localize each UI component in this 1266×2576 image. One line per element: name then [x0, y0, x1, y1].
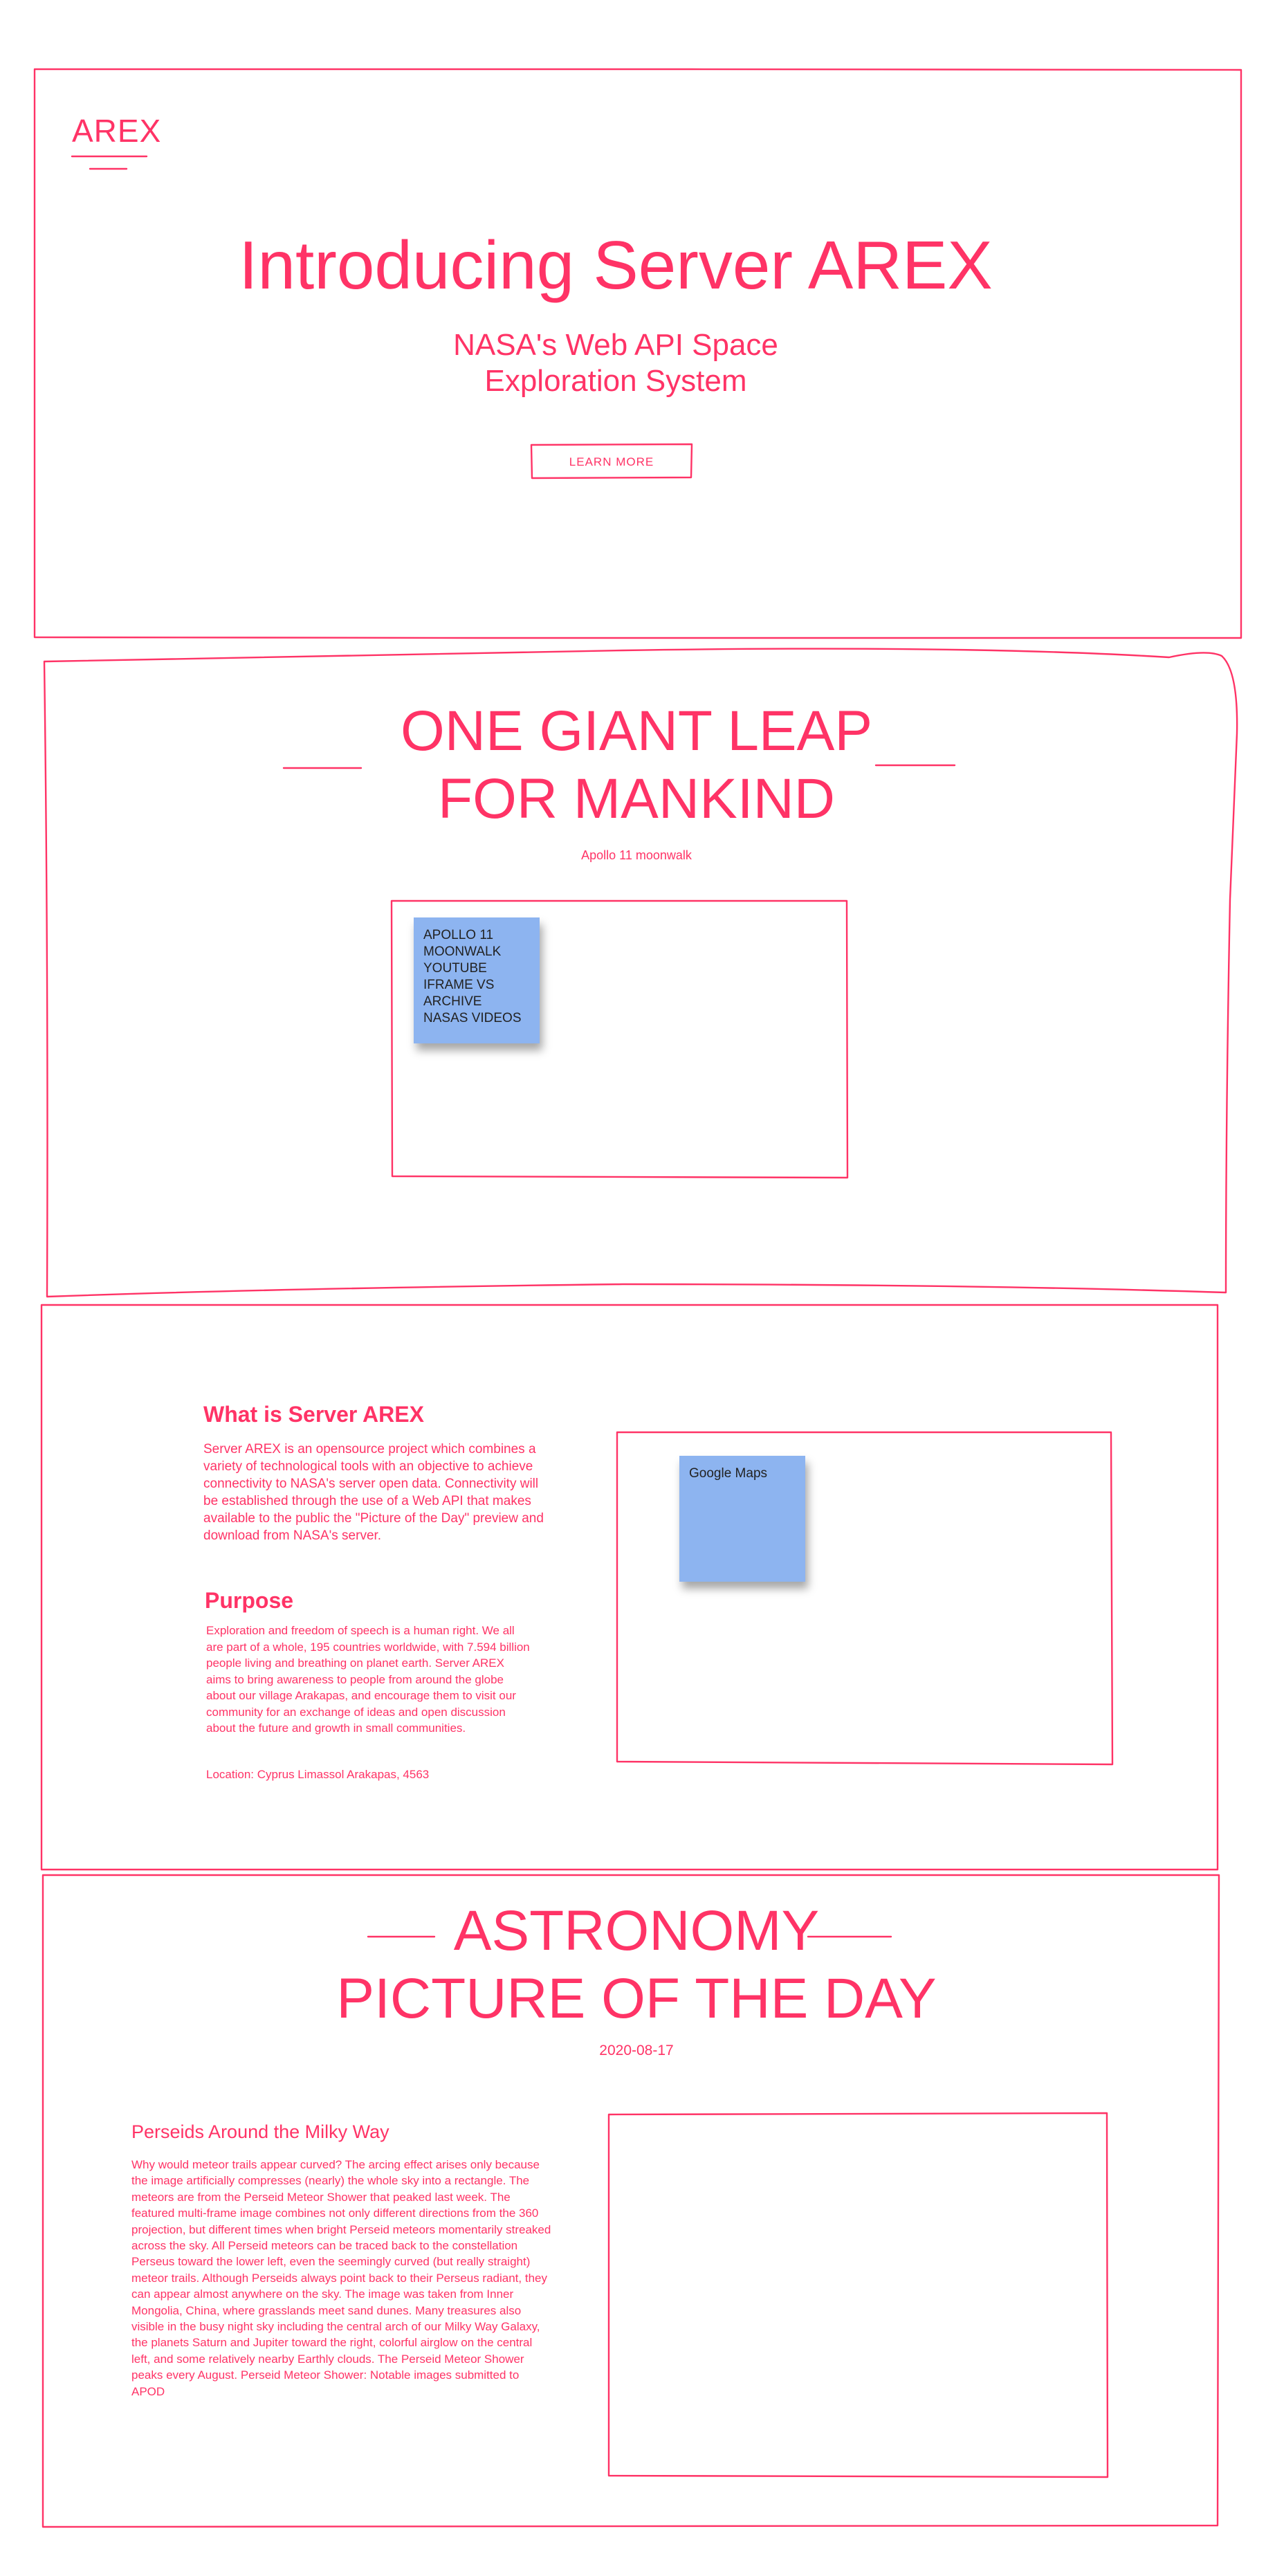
google-maps-placeholder-note: Google Maps	[679, 1456, 805, 1582]
learn-more-button[interactable]: LEARN MORE	[531, 446, 692, 478]
apod-title-line2: PICTURE OF THE DAY	[336, 1967, 937, 2030]
apod-article-title: Perseids Around the Milky Way	[131, 2121, 389, 2142]
moonwalk-title: ONE GIANT LEAP FOR MANKIND	[291, 697, 982, 833]
about-frame	[40, 1304, 1219, 1871]
hero-subtitle: NASA's Web API Space Exploration System	[0, 327, 1231, 399]
apod-article-body: Why would meteor trails appear curved? T…	[131, 2158, 551, 2398]
apod-date: 2020-08-17	[599, 2043, 674, 2058]
what-is-body: Server AREX is an opensource project whi…	[203, 1442, 544, 1543]
apollo-video-placeholder-note: APOLLO 11 MOONWALK YOUTUBE IFRAME VS ARC…	[414, 917, 540, 1043]
moonwalk-title-line1: ONE GIANT LEAP	[400, 700, 873, 762]
hero-title: Introducing Server AREX	[239, 227, 993, 303]
logo[interactable]: AREX	[72, 112, 161, 149]
what-is-title: What is Server AREX	[203, 1402, 424, 1427]
location-text: Location: Cyprus Limassol Arakapas, 4563	[206, 1768, 430, 1781]
hero-subtitle-line1: NASA's Web API Space	[453, 328, 778, 362]
hero-subtitle-line2: Exploration System	[484, 364, 747, 398]
apod-image-frame	[607, 2112, 1109, 2478]
apod-title-line1: ASTRONOMY	[453, 1899, 820, 1962]
moonwalk-title-line2: FOR MANKIND	[438, 767, 835, 830]
purpose-title: Purpose	[205, 1588, 294, 1613]
apod-title: ASTRONOMY PICTURE OF THE DAY	[291, 1897, 982, 2033]
purpose-body: Exploration and freedom of speech is a h…	[206, 1624, 530, 1735]
moonwalk-caption: Apollo 11 moonwalk	[581, 848, 692, 862]
